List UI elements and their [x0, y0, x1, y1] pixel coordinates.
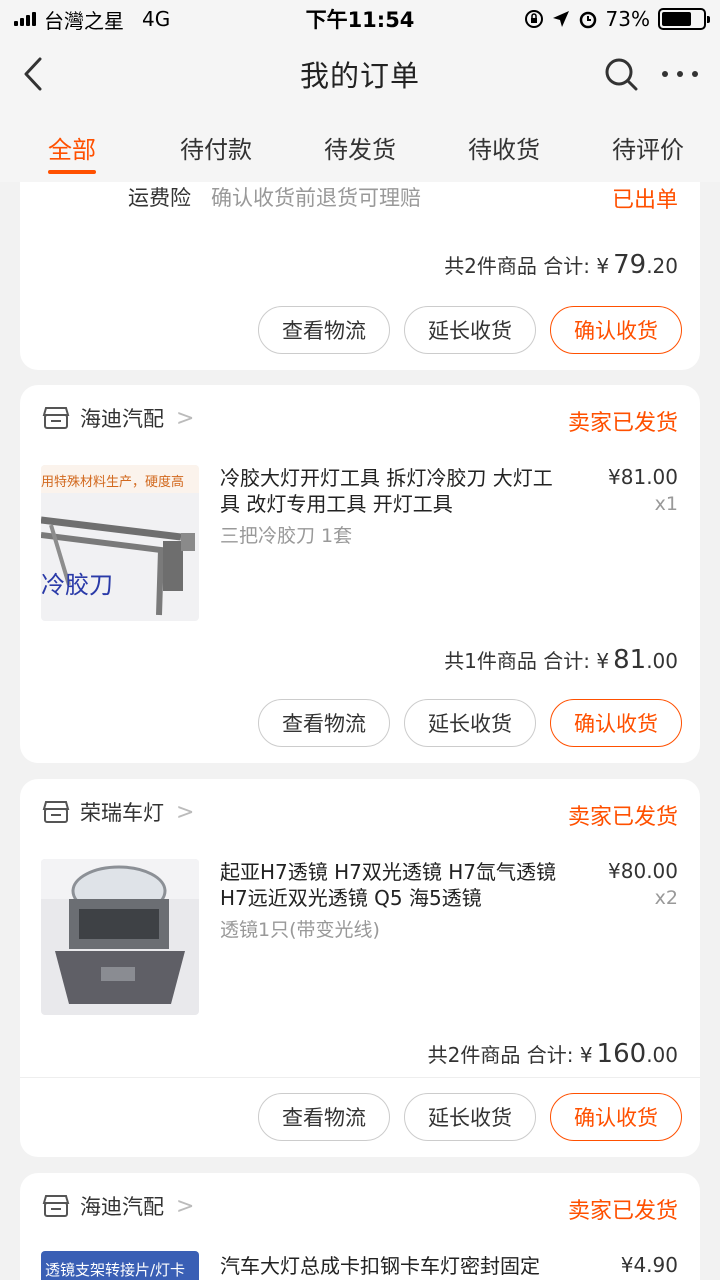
product-quantity: x2 — [654, 887, 678, 909]
chevron-right-icon: > — [176, 799, 195, 825]
page-title: 我的订单 — [299, 59, 420, 93]
product-spec: 三把冷胶刀 1套 — [220, 525, 353, 547]
shipping-insurance-row: 运费险 确认收货前退货可理赔 — [128, 182, 421, 212]
product-spec: 透镜1只(带变光线) — [220, 919, 380, 941]
product-price: ¥4.90 — [620, 1253, 678, 1277]
shop-icon — [42, 801, 70, 823]
shop-link[interactable]: 荣瑞车灯 > — [42, 797, 194, 827]
order-status: 卖家已发货 — [567, 1199, 678, 1224]
total-prefix: 共1件商品 合计: ¥ — [444, 649, 610, 673]
signal-icon — [14, 12, 36, 26]
insurance-desc: 确认收货前退货可理赔 — [211, 186, 421, 210]
order-card: 运费险 确认收货前退货可理赔 已出单 共2件商品 合计: ¥ 79 .20 查看… — [20, 160, 700, 370]
total-prefix: 共2件商品 合计: ¥ — [427, 1043, 593, 1067]
nav-header: 我的订单 — [0, 38, 720, 110]
shop-icon — [42, 407, 70, 429]
product-price: ¥81.00 — [608, 465, 678, 489]
carrier-name: 台灣之星 — [44, 8, 124, 33]
view-logistics-button[interactable]: 查看物流 — [258, 1093, 390, 1141]
product-title[interactable]: 冷胶大灯开灯工具 拆灯冷胶刀 大灯工具 改灯专用工具 开灯工具 — [220, 465, 560, 517]
order-total: 共2件商品 合计: ¥ 79 .20 — [444, 250, 678, 280]
search-icon — [605, 58, 638, 91]
confirm-receipt-button[interactable]: 确认收货 — [550, 306, 682, 354]
product-image[interactable]: 透镜支架转接片/灯卡 — [41, 1251, 199, 1280]
status-time: 下午11:54 — [305, 8, 415, 32]
more-dot-icon — [677, 71, 683, 77]
shop-link[interactable]: 海迪汽配 > — [42, 403, 194, 433]
chevron-right-icon: > — [176, 405, 195, 431]
order-card: 海迪汽配 > 卖家已发货 用特殊材料生产，硬度高 冷胶刀 冷胶大灯开灯工具 拆灯… — [20, 385, 700, 763]
total-dec: .00 — [646, 649, 678, 673]
order-total: 共1件商品 合计: ¥ 81 .00 — [444, 645, 678, 675]
divider — [20, 1077, 700, 1078]
more-dot-icon — [662, 71, 668, 77]
battery-percent: 73% — [605, 7, 650, 31]
total-dec: .20 — [646, 254, 678, 278]
alarm-icon — [579, 11, 596, 29]
shop-link[interactable]: 海迪汽配 > — [42, 1191, 194, 1221]
shop-name: 海迪汽配 — [80, 407, 164, 431]
order-card: 荣瑞车灯 > 卖家已发货 起亚H7透镜 H7双光透镜 H7氙气透镜 H7远近双光… — [20, 779, 700, 1157]
product-price: ¥80.00 — [608, 859, 678, 883]
back-arrow-icon — [24, 57, 42, 91]
extend-receipt-button[interactable]: 延长收货 — [404, 699, 536, 747]
shop-name: 海迪汽配 — [80, 1195, 164, 1219]
chevron-right-icon: > — [176, 1193, 195, 1219]
more-dot-icon — [692, 71, 698, 77]
tab-pending-shipment[interactable]: 待发货 — [288, 110, 432, 182]
network-type: 4G — [142, 7, 171, 31]
order-card: 海迪汽配 > 卖家已发货 透镜支架转接片/灯卡 汽车大灯总成卡扣钢卡车灯密封固定… — [20, 1173, 700, 1280]
total-prefix: 共2件商品 合计: ¥ — [444, 254, 610, 278]
product-title[interactable]: 汽车大灯总成卡扣钢卡车灯密封固定 — [220, 1253, 600, 1279]
shop-name: 荣瑞车灯 — [80, 801, 164, 825]
status-bar: 台灣之星 4G 下午11:54 73% — [0, 0, 720, 38]
tab-all[interactable]: 全部 — [0, 110, 144, 182]
total-int: 160 — [596, 1039, 647, 1069]
search-button[interactable] — [603, 56, 639, 92]
tab-pending-receipt[interactable]: 待收货 — [432, 110, 576, 182]
back-button[interactable] — [22, 54, 52, 94]
tab-pending-review[interactable]: 待评价 — [576, 110, 720, 182]
order-tabs: 全部 待付款 待发货 待收货 待评价 — [0, 110, 720, 182]
battery-icon — [658, 8, 710, 30]
location-icon — [552, 11, 569, 27]
thumb-caption-top: 用特殊材料生产，硬度高 — [41, 475, 185, 490]
product-image[interactable] — [41, 859, 199, 1015]
tab-pending-payment[interactable]: 待付款 — [144, 110, 288, 182]
extend-receipt-button[interactable]: 延长收货 — [404, 306, 536, 354]
view-logistics-button[interactable]: 查看物流 — [258, 699, 390, 747]
total-dec: .00 — [646, 1043, 678, 1067]
order-status: 卖家已发货 — [567, 411, 678, 436]
shop-icon — [42, 1195, 70, 1217]
extend-receipt-button[interactable]: 延长收货 — [404, 1093, 536, 1141]
order-total: 共2件商品 合计: ¥ 160 .00 — [428, 1039, 678, 1069]
confirm-receipt-button[interactable]: 确认收货 — [550, 699, 682, 747]
view-logistics-button[interactable]: 查看物流 — [258, 306, 390, 354]
product-title[interactable]: 起亚H7透镜 H7双光透镜 H7氙气透镜 H7远近双光透镜 Q5 海5透镜 — [220, 859, 560, 911]
product-image[interactable]: 用特殊材料生产，硬度高 冷胶刀 — [41, 465, 199, 621]
insurance-status: 已出单 — [611, 188, 678, 213]
orientation-lock-icon — [524, 10, 543, 28]
more-button[interactable] — [662, 62, 698, 86]
insurance-label: 运费险 — [128, 186, 191, 210]
product-quantity: x1 — [654, 493, 678, 515]
total-int: 81 — [613, 645, 647, 675]
thumb-banner: 透镜支架转接片/灯卡 — [45, 1261, 186, 1279]
order-status: 卖家已发货 — [567, 805, 678, 830]
confirm-receipt-button[interactable]: 确认收货 — [550, 1093, 682, 1141]
thumb-caption-main: 冷胶刀 — [41, 571, 113, 599]
total-int: 79 — [613, 250, 647, 280]
